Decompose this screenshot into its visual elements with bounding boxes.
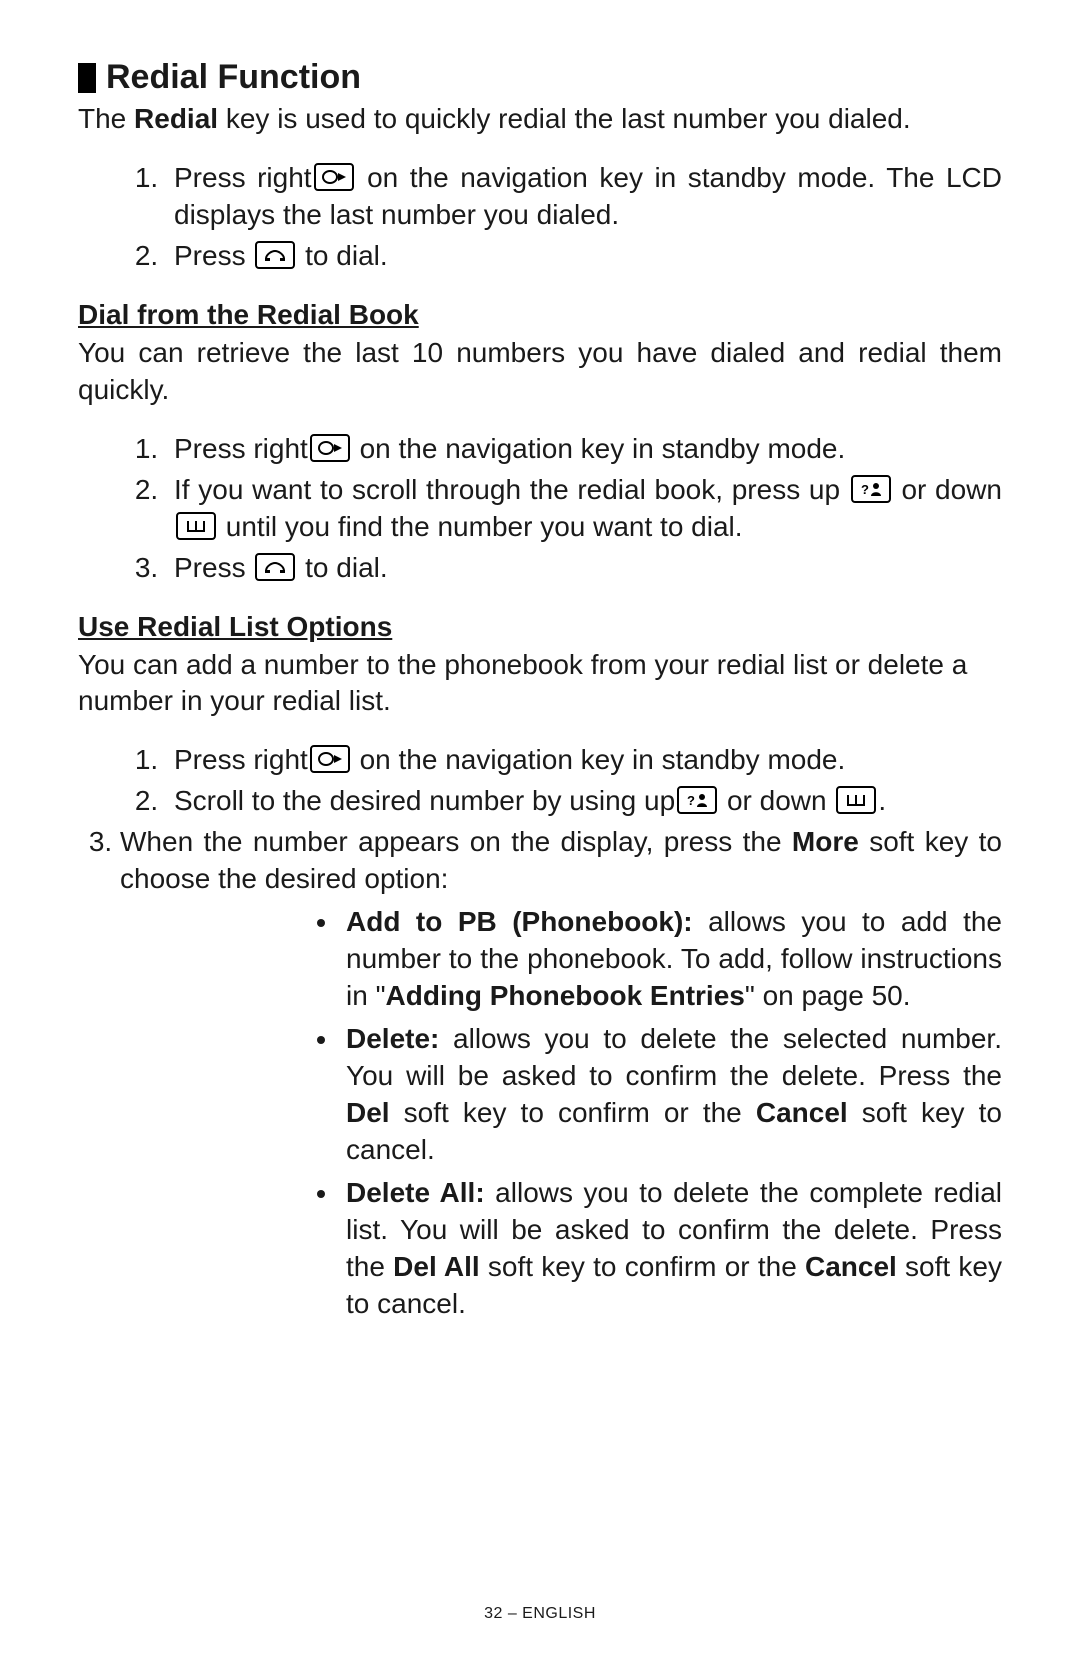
text: Press bbox=[174, 552, 253, 583]
text-bold: Add to PB (Phonebook): bbox=[346, 906, 693, 937]
text: soft key to confirm or the bbox=[480, 1251, 805, 1282]
steps-redial: Press right on the navigation key in sta… bbox=[78, 160, 1002, 275]
text: " on page 50. bbox=[745, 980, 911, 1011]
text: Press right bbox=[174, 162, 312, 193]
text: on the navigation key in standby mode. bbox=[352, 433, 845, 464]
list-item: Press to dial. bbox=[166, 550, 1002, 587]
text: Press right bbox=[174, 433, 308, 464]
list-item: Add to PB (Phonebook): allows you to add… bbox=[340, 904, 1002, 1015]
text-bold: Adding Phonebook Entries bbox=[386, 980, 745, 1011]
text-bold: Del bbox=[346, 1097, 390, 1128]
steps-redial-book: Press right on the navigation key in sta… bbox=[78, 431, 1002, 587]
section-intro: The Redial key is used to quickly redial… bbox=[78, 101, 1002, 138]
steps-redial-options: Press right on the navigation key in sta… bbox=[78, 742, 1002, 1322]
nav-down-icon bbox=[836, 786, 876, 814]
text-bold: More bbox=[792, 826, 859, 857]
sub2-intro: You can add a number to the phonebook fr… bbox=[78, 647, 1002, 721]
text: allows you to delete the selected number… bbox=[346, 1023, 1002, 1091]
page-footer: 32 – ENGLISH bbox=[0, 1605, 1080, 1623]
nav-down-icon bbox=[176, 512, 216, 540]
subheading-redial-book: Dial from the Redial Book bbox=[78, 299, 1002, 331]
text: The bbox=[78, 103, 134, 134]
text: Press right bbox=[174, 744, 308, 775]
list-item: Delete All: allows you to delete the com… bbox=[340, 1175, 1002, 1323]
text-bold: Redial bbox=[134, 103, 218, 134]
text-bold: Cancel bbox=[756, 1097, 848, 1128]
text-bold: Del All bbox=[393, 1251, 480, 1282]
text: key is used to quickly redial the last n… bbox=[218, 103, 911, 134]
text: to dial. bbox=[297, 240, 387, 271]
list-item: Press right on the navigation key in sta… bbox=[166, 160, 1002, 234]
text-bold: Cancel bbox=[805, 1251, 897, 1282]
nav-right-icon bbox=[310, 745, 350, 773]
manual-page: Redial Function The Redial key is used t… bbox=[0, 0, 1080, 1669]
section-heading: Redial Function bbox=[78, 58, 1002, 97]
nav-up-icon: ? bbox=[851, 475, 891, 503]
list-item: Delete: allows you to delete the selecte… bbox=[340, 1021, 1002, 1169]
svg-text:?: ? bbox=[861, 482, 869, 497]
nav-right-icon bbox=[314, 163, 354, 191]
text: until you find the number you want to di… bbox=[218, 511, 743, 542]
text: on the navigation key in standby mode. bbox=[352, 744, 845, 775]
call-key-icon bbox=[255, 553, 295, 581]
text: or down bbox=[719, 785, 834, 816]
text: When the number appears on the display, … bbox=[120, 826, 792, 857]
text: Scroll to the desired number by using up bbox=[174, 785, 675, 816]
list-item: If you want to scroll through the redial… bbox=[166, 472, 1002, 546]
nav-right-icon bbox=[310, 434, 350, 462]
sub1-intro: You can retrieve the last 10 numbers you… bbox=[78, 335, 1002, 409]
nav-up-icon: ? bbox=[677, 786, 717, 814]
list-item: When the number appears on the display, … bbox=[120, 824, 1002, 1322]
options-bullets: Add to PB (Phonebook): allows you to add… bbox=[120, 904, 1002, 1322]
list-item: Press right on the navigation key in sta… bbox=[166, 431, 1002, 468]
text: or down bbox=[893, 474, 1002, 505]
call-key-icon bbox=[255, 241, 295, 269]
text: soft key to confirm or the bbox=[390, 1097, 756, 1128]
text-bold: Delete: bbox=[346, 1023, 439, 1054]
text: Press bbox=[174, 240, 253, 271]
list-item: Scroll to the desired number by using up… bbox=[166, 783, 1002, 820]
text: If you want to scroll through the redial… bbox=[174, 474, 849, 505]
list-item: Press to dial. bbox=[166, 238, 1002, 275]
svg-text:?: ? bbox=[687, 793, 695, 808]
list-item: Press right on the navigation key in sta… bbox=[166, 742, 1002, 779]
subheading-redial-options: Use Redial List Options bbox=[78, 611, 1002, 643]
section-marker-icon bbox=[78, 63, 96, 93]
text-bold: Delete All: bbox=[346, 1177, 485, 1208]
section-title: Redial Function bbox=[106, 58, 361, 97]
text: to dial. bbox=[297, 552, 387, 583]
text: . bbox=[878, 785, 886, 816]
